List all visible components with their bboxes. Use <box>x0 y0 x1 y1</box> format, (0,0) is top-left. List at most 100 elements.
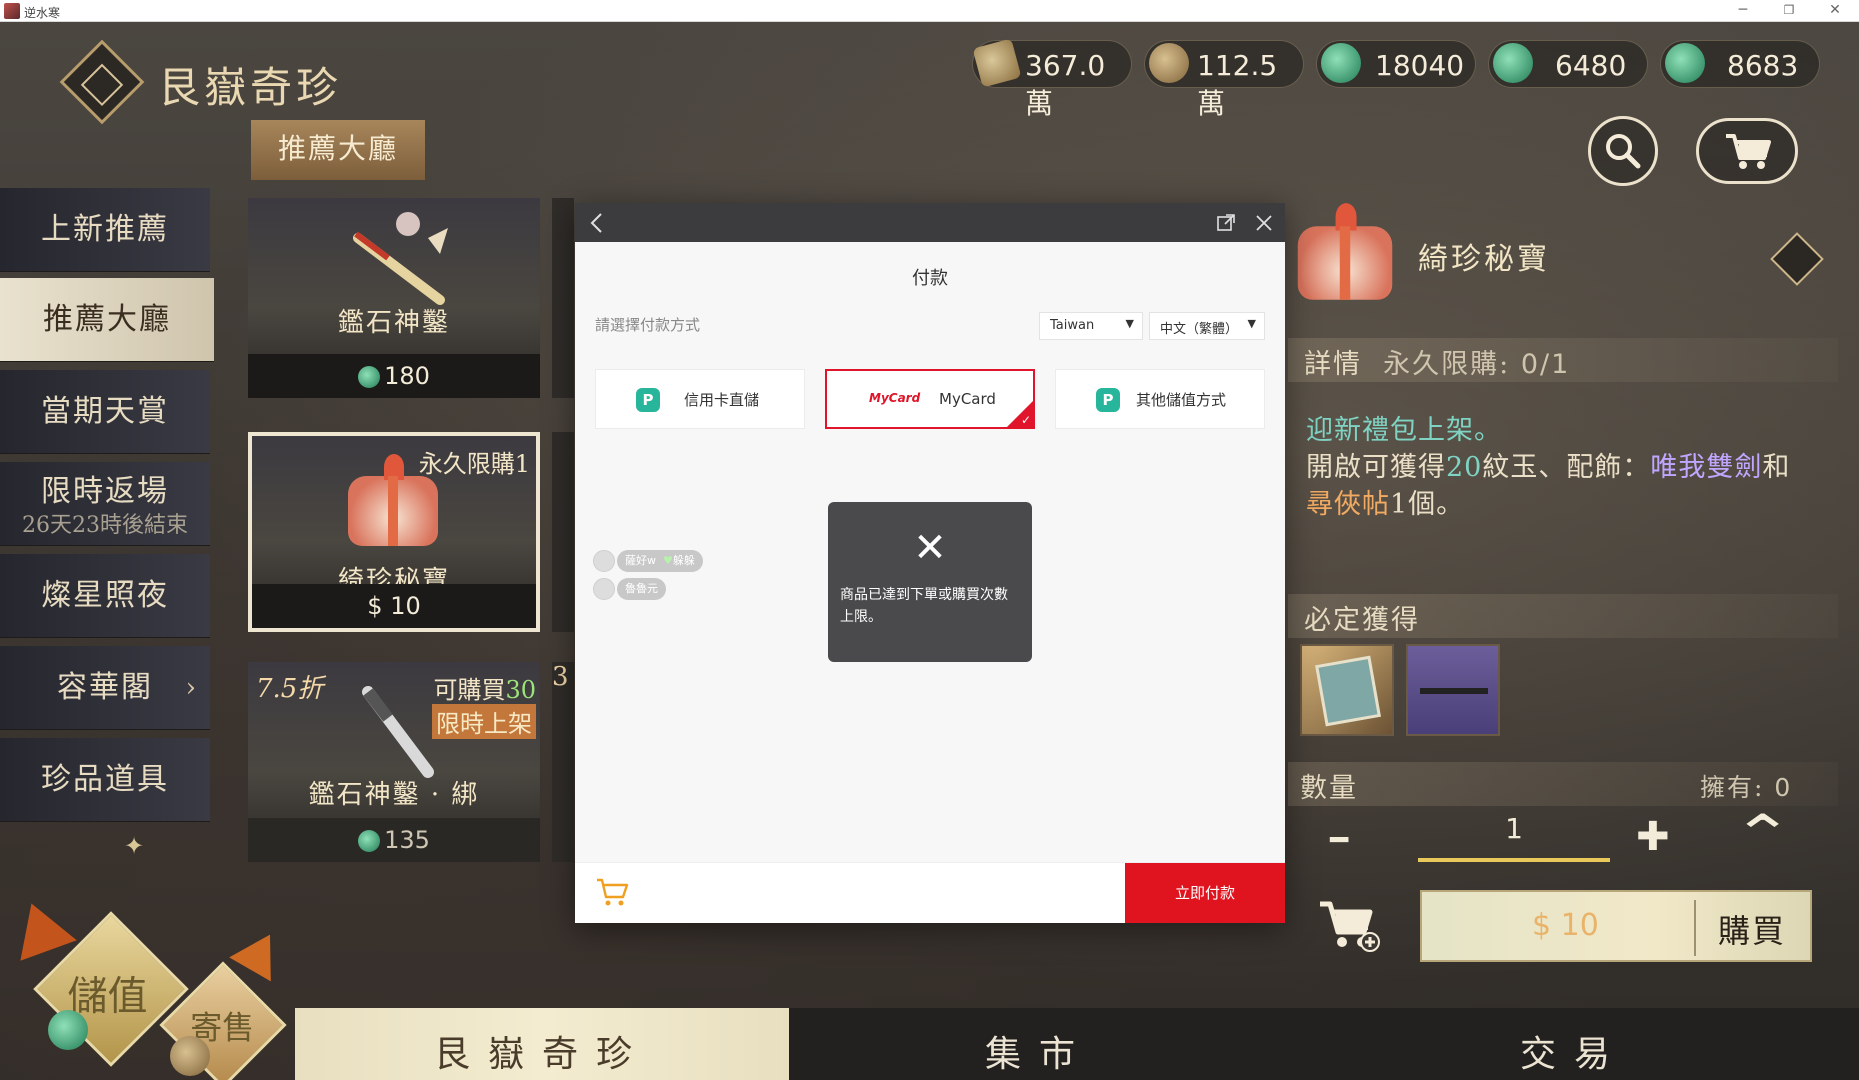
checkmark-icon: ✓ <box>1020 413 1031 427</box>
window-title: 逆水寒 <box>24 6 61 20</box>
chevron-right-icon: › <box>185 673 198 703</box>
currency-scroll[interactable]: 367.0萬 <box>972 38 1132 120</box>
currency-value: 18040 <box>1375 49 1465 82</box>
sidebar-item-limited-return[interactable]: 限時返場 26天23時後結束 <box>0 462 210 546</box>
currency-jade-2[interactable]: 6480 <box>1488 40 1648 88</box>
jade-icon <box>1665 43 1705 83</box>
search-button[interactable] <box>1588 116 1658 186</box>
quantity-underline <box>1418 858 1610 862</box>
currency-value: 367.0萬 <box>1025 49 1106 120</box>
tab-recommend-hall[interactable]: 推薦大廳 <box>251 120 425 180</box>
reward-item-sword[interactable] <box>1406 644 1500 736</box>
buy-button[interactable]: 購買 <box>1718 906 1786 952</box>
owned-count: 擁有: 0 <box>1700 773 1793 802</box>
region-select[interactable]: Taiwan ▼ <box>1039 312 1143 340</box>
jade-icon <box>358 366 381 388</box>
sword-icon <box>1420 688 1488 694</box>
max-quantity-button[interactable]: ⌃ <box>1731 808 1794 862</box>
shop-emblem-icon <box>59 39 145 125</box>
increase-quantity-button[interactable]: ✚ <box>1636 814 1670 860</box>
close-icon: ✕ <box>913 525 947 571</box>
sidebar-item-new[interactable]: 上新推薦 <box>0 188 210 272</box>
chisel-bound-art-icon <box>362 686 434 778</box>
sidebar-item-recommend[interactable]: 推薦大廳 <box>0 278 214 362</box>
language-select[interactable]: 中文（繁體） ▼ <box>1149 312 1265 340</box>
payment-method-other[interactable]: P 其他儲值方式 <box>1055 369 1265 429</box>
back-icon[interactable] <box>587 211 607 235</box>
card-peek: 3 <box>552 662 574 862</box>
window-titlebar: 逆水寒 ─ ❐ ✕ <box>0 0 1859 22</box>
avatar <box>593 578 615 600</box>
error-toast: ✕ 商品已達到下單或購買次數上限。 <box>828 502 1032 662</box>
cart-icon <box>1726 134 1771 169</box>
sidebar-item-current-reward[interactable]: 當期天賞 <box>0 370 210 454</box>
pay-now-button[interactable]: 立即付款 <box>1125 863 1285 923</box>
open-external-icon[interactable] <box>1216 213 1236 233</box>
decrease-quantity-button[interactable]: ━ <box>1330 818 1348 864</box>
currency-jade-1[interactable]: 18040 <box>1316 40 1476 88</box>
sidebar-item-ronghua[interactable]: 容華閣 › <box>0 646 210 730</box>
currency-jade-3[interactable]: 8683 <box>1660 40 1820 88</box>
tab-market[interactable]: 集市 <box>789 1008 1289 1080</box>
close-icon[interactable] <box>1254 213 1274 233</box>
currency-value: 112.5萬 <box>1197 49 1278 120</box>
tab-trade[interactable]: 交易 <box>1289 1008 1859 1080</box>
currency-value: 6480 <box>1555 49 1627 82</box>
cart-button[interactable] <box>1696 118 1798 184</box>
card-peek <box>552 432 574 632</box>
user-chip: 魯魯元 <box>617 578 666 600</box>
jade-icon <box>1321 43 1361 83</box>
jade-icon <box>358 830 381 852</box>
close-window-button[interactable]: ✕ <box>1812 0 1858 22</box>
close-detail-icon[interactable] <box>1770 232 1824 286</box>
tab-gen-yue-qi-zhen[interactable]: 艮嶽奇珍 <box>295 1008 789 1080</box>
search-icon <box>1606 134 1641 169</box>
currency-value: 8683 <box>1727 49 1799 82</box>
purchase-limit-badge: 永久限購1 <box>418 450 530 478</box>
coin-icon <box>170 1036 210 1076</box>
coin-icon <box>1149 43 1189 83</box>
chevron-down-icon: ▼ <box>1247 317 1256 330</box>
currency-coin[interactable]: 112.5萬 <box>1144 40 1304 120</box>
product-card-chisel[interactable]: 鑑石神鑿 180 <box>248 198 540 398</box>
avatar <box>593 550 615 572</box>
add-to-cart-button[interactable] <box>1316 898 1380 954</box>
chevron-down-icon: ▼ <box>1125 317 1134 330</box>
payment-method-mycard[interactable]: MyCard MyCard ✓ <box>825 369 1035 429</box>
restore-button[interactable]: ❐ <box>1766 0 1812 22</box>
sidebar-item-starry-night[interactable]: 燦星照夜 <box>0 554 210 638</box>
buy-price: $ 10 <box>1532 908 1599 943</box>
game-viewport: 艮嶽奇珍 367.0萬 112.5萬 18040 6480 8683 推薦大廳 … <box>0 22 1859 1080</box>
product-name: 鑑石神鑿 <box>337 308 450 338</box>
cart-icon[interactable] <box>595 877 629 907</box>
quantity-label: 數量 <box>1300 773 1358 804</box>
product-name: 鑑石神鑿 · 綁 <box>308 780 480 810</box>
minimize-button[interactable]: ─ <box>1720 0 1766 22</box>
sidebar-item-label: 限時返場 <box>41 474 169 509</box>
sidebar-item-treasures[interactable]: 珍品道具 <box>0 738 210 822</box>
sparkle-icon: ✦ <box>124 832 145 860</box>
product-price: 180 <box>248 354 540 398</box>
payment-prompt: 請選擇付款方式 <box>595 316 701 334</box>
payment-method-credit-card[interactable]: P 信用卡直儲 <box>595 369 805 429</box>
scroll-icon <box>972 38 1022 88</box>
shop-title: 艮嶽奇珍 <box>158 63 343 112</box>
user-chip: 薩好w ♥躲躲 <box>617 550 703 572</box>
maple-leaf-icon <box>3 893 77 961</box>
product-card-chisel-bound[interactable]: 7.5折 可購買30 限時上架 鑑石神鑿 · 綁 135 <box>248 662 540 862</box>
product-card-treasure-box[interactable]: 永久限購1 綺珍秘寶 $ 10 <box>248 432 540 632</box>
buy-divider <box>1694 900 1696 956</box>
detail-item-name: 綺珍秘寶 <box>1418 242 1550 277</box>
discount-badge: 7.5折 <box>256 674 324 704</box>
quantity-input[interactable]: 1 <box>1418 812 1610 845</box>
guaranteed-label: 必定獲得 <box>1304 605 1420 636</box>
jade-icon <box>48 1010 88 1050</box>
dialog-header <box>575 203 1285 242</box>
reward-item-book[interactable] <box>1300 644 1394 736</box>
countdown-text: 26天23時後結束 <box>22 513 188 538</box>
mycard-logo-icon: MyCard <box>869 391 921 405</box>
card-peek <box>552 198 574 398</box>
buy-bar[interactable]: $ 10 購買 <box>1420 890 1812 962</box>
gift-box-icon <box>1297 203 1393 300</box>
gift-box-icon <box>348 454 438 546</box>
